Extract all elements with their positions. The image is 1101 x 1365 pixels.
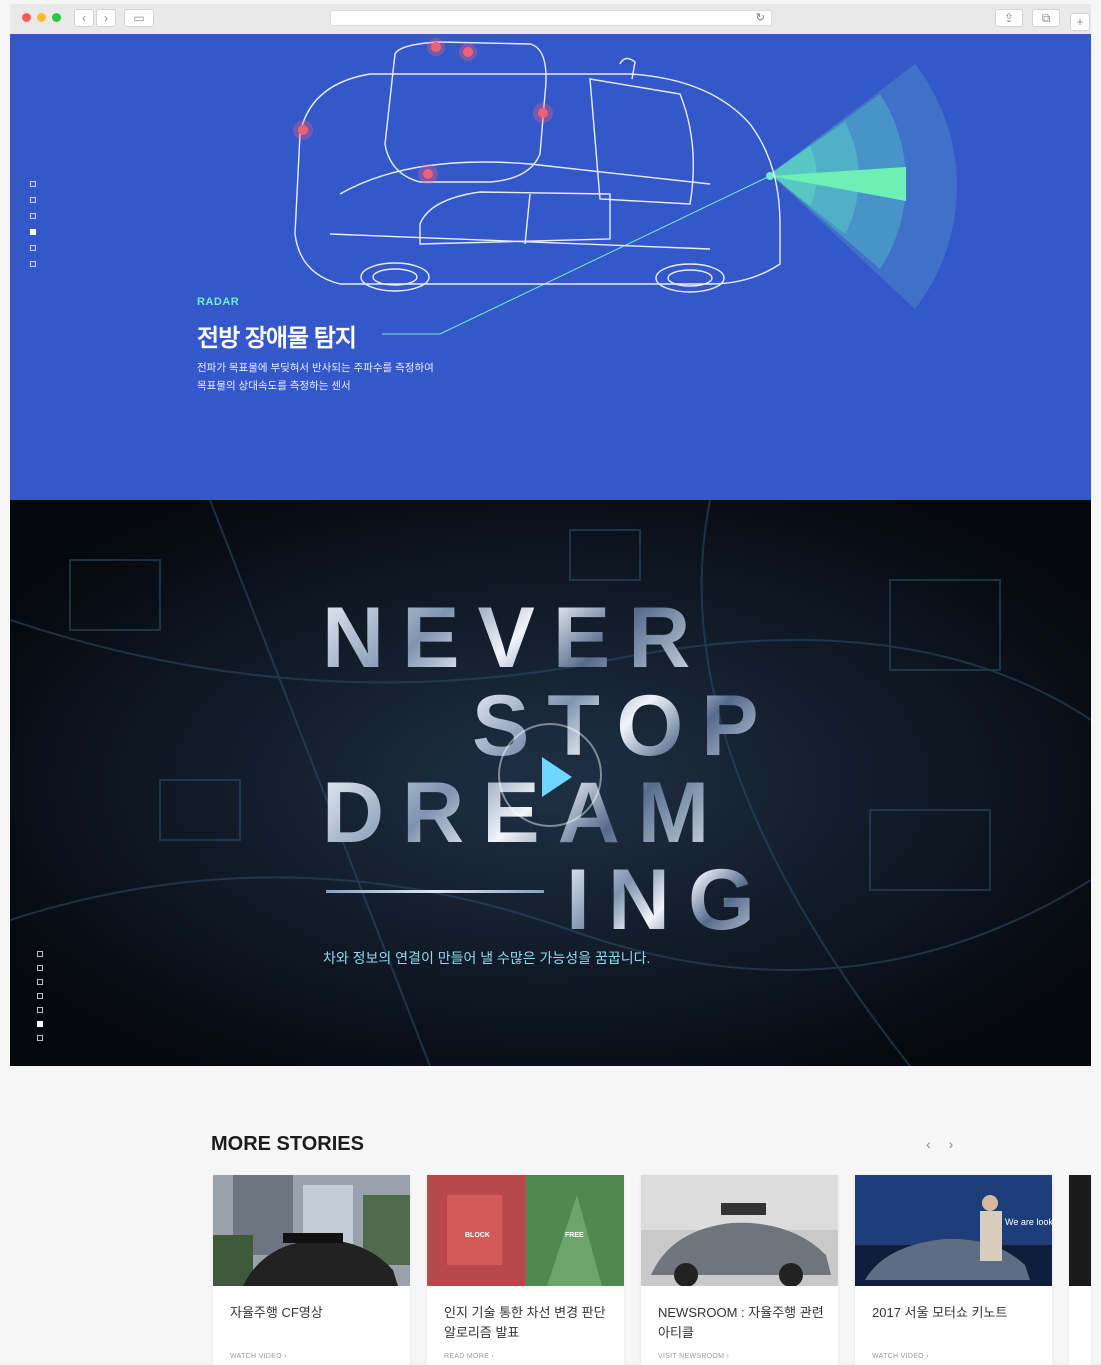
chevron-left-icon[interactable]: ‹ xyxy=(926,1136,931,1152)
address-bar[interactable]: ↻ xyxy=(330,10,772,26)
sidebar-toggle-button[interactable]: ▭ xyxy=(124,9,154,27)
radar-tag: RADAR xyxy=(197,296,240,308)
pager-dot[interactable] xyxy=(37,1007,43,1013)
radar-desc-line: 전파가 목표물에 부딪혀서 반사되는 주파수를 측정하여 xyxy=(197,362,434,374)
story-link[interactable]: VISIT NEWSROOM › xyxy=(658,1353,729,1360)
story-title: NEWSROOM : 자율주행 관련 아티클 xyxy=(658,1305,824,1340)
sensor-dot-icon xyxy=(293,38,553,184)
maximize-window-icon[interactable] xyxy=(52,13,61,22)
browser-toolbar: ‹ › ▭ ↻ ⇪ ⧉ + xyxy=(10,4,1091,35)
story-thumbnail xyxy=(213,1175,410,1286)
section-pager xyxy=(37,951,43,1049)
story-card-partial[interactable] xyxy=(1069,1175,1091,1365)
car-radar-illustration xyxy=(293,38,957,335)
minimize-window-icon[interactable] xyxy=(37,13,46,22)
story-title: 2017 서울 모터쇼 키노트 xyxy=(872,1305,1008,1320)
story-card[interactable]: We are look 2017 서울 모터쇼 키노트 WATCH VIDEO … xyxy=(855,1175,1052,1365)
story-thumbnail xyxy=(1069,1175,1091,1286)
headline-dash xyxy=(326,890,544,893)
story-link[interactable]: WATCH VIDEO › xyxy=(872,1353,929,1360)
pager-dot-active[interactable] xyxy=(37,1021,43,1027)
radar-title: 전방 장애물 탐지 xyxy=(197,325,357,352)
carousel-arrows: ‹ › xyxy=(926,1136,967,1152)
radar-section: RADAR 전방 장애물 탐지 전파가 목표물에 부딪혀서 반사되는 주파수를 … xyxy=(10,34,1091,500)
story-thumbnail xyxy=(641,1175,838,1286)
browser-window: ‹ › ▭ ↻ ⇪ ⧉ + RADAR 전방 장애물 탐지 전파가 목표물에 부… xyxy=(0,0,1101,1365)
pager-dot[interactable] xyxy=(37,965,43,971)
car-outline-icon xyxy=(294,41,781,293)
radar-description: 전파가 목표물에 부딪혀서 반사되는 주파수를 측정하여 목표물의 상대속도를 … xyxy=(197,359,434,395)
pager-dot[interactable] xyxy=(37,979,43,985)
story-card[interactable]: 자율주행 CF영상 WATCH VIDEO › xyxy=(213,1175,410,1365)
chevron-right-icon[interactable]: › xyxy=(949,1136,954,1152)
story-thumbnail: BLOCK FREE xyxy=(427,1175,624,1286)
story-thumbnail: We are look xyxy=(855,1175,1052,1286)
tabs-overview-button[interactable]: ⧉ xyxy=(1032,9,1060,27)
pager-dot[interactable] xyxy=(37,993,43,999)
story-link[interactable]: WATCH VIDEO › xyxy=(230,1353,287,1360)
radar-desc-line: 목표물의 상대속도를 측정하는 센서 xyxy=(197,380,351,392)
pager-dot[interactable] xyxy=(37,951,43,957)
card-overlay-label: BLOCK xyxy=(465,1232,490,1239)
video-subtitle: 차와 정보의 연결이 만들어 낼 수많은 가능성을 꿈꿉니다. xyxy=(323,950,651,966)
video-section: NEVER STOP DREAM ING 차와 정보의 연결이 만들어 낼 수많… xyxy=(10,500,1091,1066)
close-window-icon[interactable] xyxy=(22,13,31,22)
card-overlay-label: We are look xyxy=(1005,1217,1052,1227)
play-icon xyxy=(542,757,572,797)
headline-word: NEVER xyxy=(322,590,709,686)
new-tab-button[interactable]: + xyxy=(1070,13,1090,31)
pager-dot[interactable] xyxy=(37,1035,43,1041)
back-button[interactable]: ‹ xyxy=(74,9,94,27)
story-title: 인지 기술 통한 차선 변경 판단 알로리즘 발표 xyxy=(444,1305,606,1340)
forward-button[interactable]: › xyxy=(96,9,116,27)
card-overlay-label: FREE xyxy=(565,1232,584,1239)
headline-word: ING xyxy=(566,852,773,948)
radar-wave-icon xyxy=(766,64,957,309)
story-link[interactable]: READ MORE › xyxy=(444,1353,494,1360)
story-card[interactable]: NEWSROOM : 자율주행 관련 아티클 VISIT NEWSROOM › xyxy=(641,1175,838,1365)
reload-icon[interactable]: ↻ xyxy=(756,11,765,25)
play-button[interactable] xyxy=(498,723,602,827)
stories-heading: MORE STORIES xyxy=(211,1133,364,1155)
story-title: 자율주행 CF영상 xyxy=(230,1305,323,1320)
story-card[interactable]: BLOCK FREE 인지 기술 통한 차선 변경 판단 알로리즘 발표 REA… xyxy=(427,1175,624,1365)
share-button[interactable]: ⇪ xyxy=(995,9,1023,27)
